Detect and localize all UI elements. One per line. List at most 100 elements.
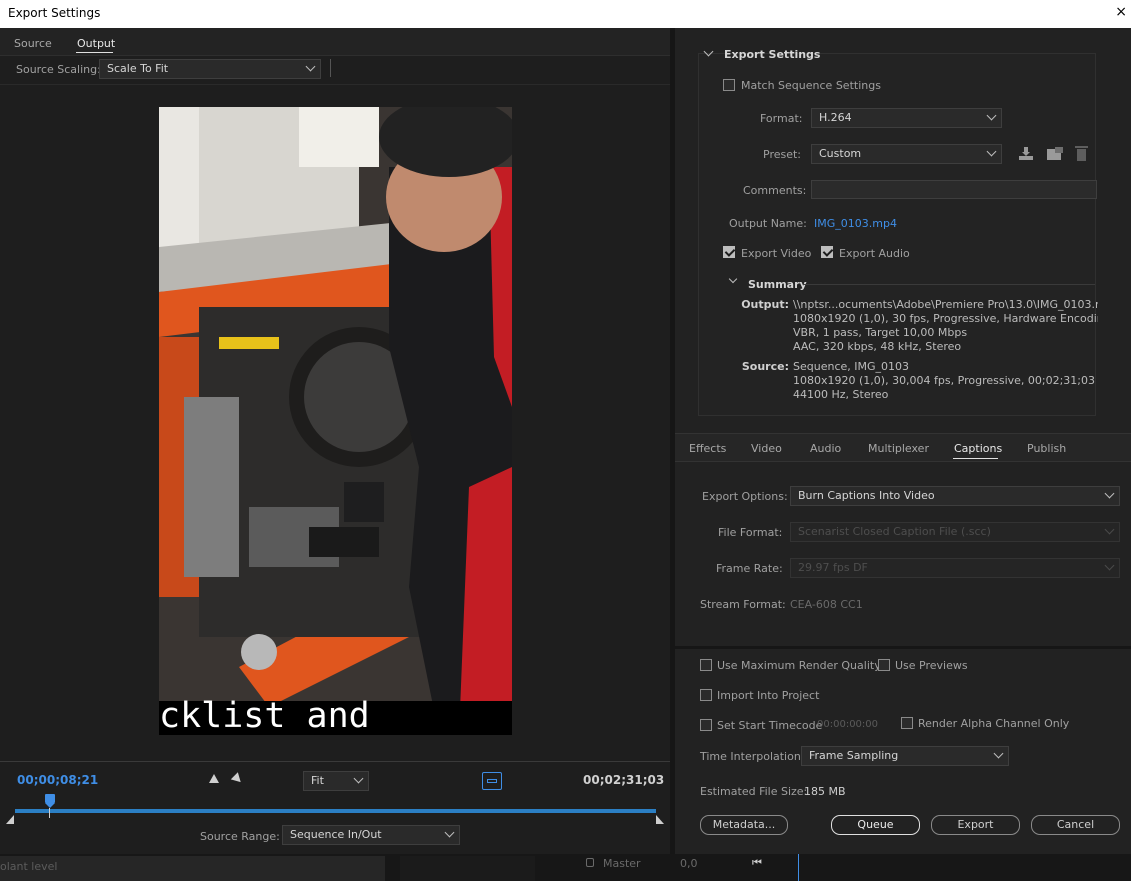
export-video-checkbox[interactable] [723,246,735,258]
source-range-dropdown[interactable]: Sequence In/Out [282,825,460,845]
current-timecode[interactable]: 00;00;08;21 [17,773,98,787]
set-start-timecode-checkbox[interactable] [700,719,712,731]
source-range-label: Source Range: [200,830,280,843]
preset-label: Preset: [763,148,802,161]
tab-output-underline [76,52,113,53]
tab-captions[interactable]: Captions [954,442,1002,455]
metadata-button[interactable]: Metadata... [700,815,788,835]
chevron-down-icon [986,146,997,157]
use-previews-checkbox[interactable] [878,659,890,671]
frame-rate-dropdown: 29.97 fps DF [790,558,1120,578]
summary-output-label: Output: [741,298,789,311]
export-button[interactable]: Export [931,815,1020,835]
background-panel [400,856,535,881]
export-options-label: Export Options: [702,490,788,503]
settings-panel: Export Settings Match Sequence Settings … [675,28,1131,854]
tab-output[interactable]: Output [77,37,115,50]
summary-source-label: Source: [741,360,789,373]
divider [0,84,670,85]
format-label: Format: [760,112,803,125]
summary-source-lines: Sequence, IMG_0103 1080x1920 (1,0), 30,0… [793,360,1098,402]
queue-button[interactable]: Queue [831,815,920,835]
preset-value: Custom [819,147,862,160]
start-timecode-value: 00:00:00:00 [817,719,879,730]
preset-dropdown[interactable]: Custom [811,144,1002,164]
time-interpolation-value: Frame Sampling [809,749,899,762]
source-scaling-label: Source Scaling: [16,63,101,76]
source-scaling-dropdown[interactable]: Scale To Fit [99,59,321,79]
import-preset-icon[interactable] [1047,147,1063,161]
render-alpha-label: Render Alpha Channel Only [918,717,1070,730]
background-playhead [798,854,799,881]
tab-publish[interactable]: Publish [1027,442,1066,455]
divider [0,761,670,762]
zoom-dropdown[interactable]: Fit [303,771,369,791]
export-audio-label: Export Audio [839,247,910,260]
time-interpolation-label: Time Interpolation: [700,750,805,763]
chevron-down-icon [353,773,364,784]
out-point-handle-icon[interactable] [656,815,664,824]
comments-label: Comments: [743,184,807,197]
match-sequence-checkbox[interactable] [723,79,735,91]
summary-source-line: 44100 Hz, Stereo [793,388,889,401]
in-point-handle-icon[interactable] [6,815,14,824]
stream-format-value: CEA-608 CC1 [790,598,863,611]
master-value: 0,0 [680,857,698,870]
summary-output-line: VBR, 1 pass, Target 10,00 Mbps [793,326,968,339]
go-to-in-icon: ⏮ [752,856,762,869]
summary-header[interactable]: Summary [748,278,807,291]
delete-preset-icon[interactable] [1075,146,1088,161]
time-interpolation-dropdown[interactable]: Frame Sampling [801,746,1009,766]
save-preset-icon[interactable] [1019,147,1033,161]
master-label: Master [603,857,641,870]
tab-source[interactable]: Source [14,37,52,50]
export-audio-checkbox[interactable] [821,246,833,258]
summary-output-line: \\nptsr...ocuments\Adobe\Premiere Pro\13… [793,298,1098,311]
source-range-value: Sequence In/Out [290,828,382,841]
chevron-down-icon [305,61,316,72]
timeline-panel: 00;00;08;21 Fit 00;02;31;03 Source Range… [0,761,670,854]
burned-caption-text: cklist and [159,696,370,735]
comments-input[interactable] [811,180,1097,199]
summary-output-line: AAC, 320 kbps, 48 kHz, Stereo [793,340,962,353]
cancel-button[interactable]: Cancel [1031,815,1120,835]
tab-captions-underline [953,458,998,459]
estimated-size-label: Estimated File Size: [700,785,808,798]
file-format-label: File Format: [718,526,783,539]
tab-audio[interactable]: Audio [810,442,841,455]
render-alpha-checkbox[interactable] [901,717,913,729]
divider [803,284,1095,285]
background-text: olant level [0,860,58,873]
aspect-ratio-correction-icon[interactable] [482,772,502,790]
close-icon[interactable]: × [1115,4,1127,20]
set-out-point-icon[interactable] [230,772,245,786]
chevron-down-icon [993,748,1004,759]
title-bar: Export Settings × [0,0,1131,28]
background-app-strip: olant level Master 0,0 ⏮ [0,854,1131,881]
summary-output-line: 1080x1920 (1,0), 30 fps, Progressive, Ha… [793,312,1098,325]
frame-rate-label: Frame Rate: [716,562,783,575]
zoom-value: Fit [311,774,324,787]
tab-multiplexer[interactable]: Multiplexer [868,442,929,455]
set-in-point-icon[interactable] [209,774,219,783]
background-panel [0,856,385,881]
export-settings-header[interactable]: Export Settings [724,48,820,61]
summary-output-lines: \\nptsr...ocuments\Adobe\Premiere Pro\13… [793,298,1098,354]
chevron-down-icon [444,827,455,838]
video-frame-image [159,107,512,735]
tab-video[interactable]: Video [751,442,782,455]
range-track[interactable] [15,809,656,813]
file-format-value: Scenarist Closed Caption File (.scc) [798,525,991,538]
lock-icon [586,858,594,867]
output-name-link[interactable]: IMG_0103.mp4 [814,217,897,230]
export-options-dropdown[interactable]: Burn Captions Into Video [790,486,1120,506]
use-previews-label: Use Previews [895,659,968,672]
import-into-project-checkbox[interactable] [700,689,712,701]
chevron-down-icon [1104,488,1115,499]
duration-timecode: 00;02;31;03 [583,773,665,787]
format-dropdown[interactable]: H.264 [811,108,1002,128]
video-preview: cklist and [159,107,512,735]
chevron-down-icon [1104,560,1115,571]
tab-effects[interactable]: Effects [689,442,726,455]
max-render-quality-checkbox[interactable] [700,659,712,671]
